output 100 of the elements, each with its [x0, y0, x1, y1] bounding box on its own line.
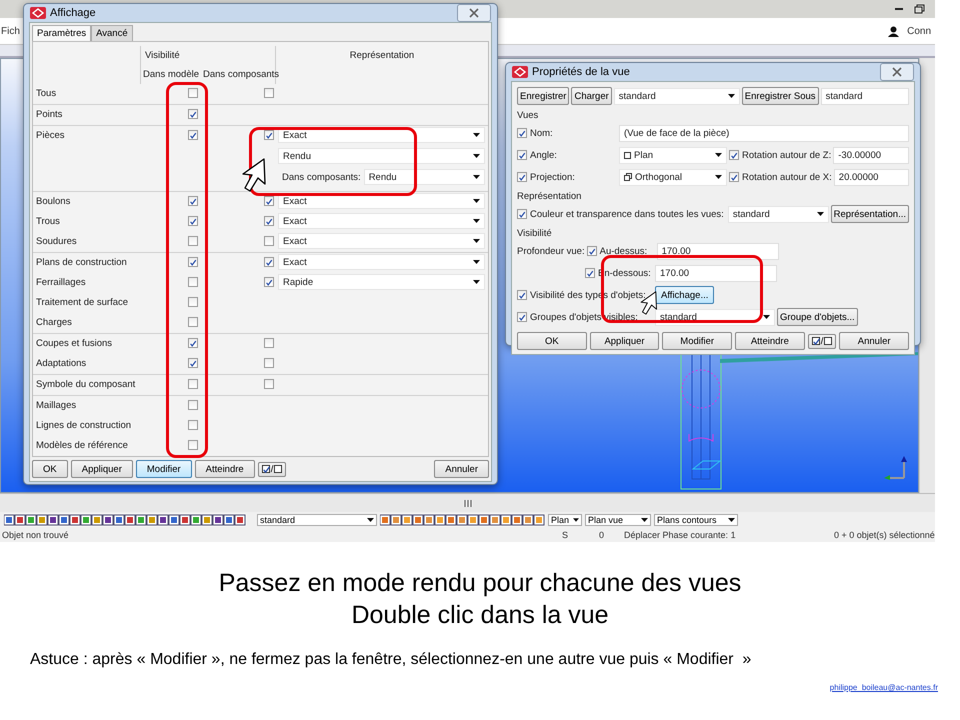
scroll-grip-icon[interactable] — [464, 500, 472, 506]
row-label: Trous — [35, 214, 61, 228]
load-button[interactable]: Charger — [571, 87, 612, 105]
user-label[interactable]: Conn — [907, 26, 931, 36]
dropdown[interactable]: standard — [257, 514, 377, 526]
checkbox[interactable] — [264, 236, 274, 246]
checkbox[interactable] — [188, 297, 198, 307]
scrollbar[interactable] — [919, 58, 935, 493]
checkbox[interactable] — [188, 317, 198, 327]
checkbox[interactable] — [585, 268, 595, 278]
checkbox[interactable] — [188, 257, 198, 267]
checkbox[interactable] — [188, 216, 198, 226]
dropdown[interactable]: Exact — [278, 254, 485, 270]
dropdown[interactable]: Plan — [548, 514, 582, 526]
dialog-button[interactable]: Modifier — [136, 460, 192, 478]
checkbox[interactable] — [517, 209, 527, 219]
caret-icon — [473, 260, 480, 264]
dropdown[interactable]: Orthogonal — [619, 168, 727, 186]
checkbox[interactable] — [188, 379, 198, 389]
checkbox[interactable] — [188, 196, 198, 206]
square-icon — [624, 152, 631, 158]
checked-box-icon — [262, 465, 270, 473]
checkbox[interactable] — [264, 379, 274, 389]
dropdown[interactable]: Plan vue — [585, 514, 651, 526]
checkbox[interactable] — [188, 130, 198, 140]
column-header: Dans modèle — [140, 65, 201, 84]
checkbox[interactable] — [517, 172, 527, 182]
dropdown[interactable]: standard — [614, 88, 740, 104]
save-button[interactable]: Enregistrer — [517, 87, 570, 105]
checkbox[interactable] — [188, 277, 198, 287]
toggle-button[interactable]: / — [808, 334, 836, 348]
dropdown[interactable]: Rendu — [364, 169, 485, 185]
input-field[interactable]: standard — [820, 88, 909, 104]
input-field[interactable]: -30.00000 — [833, 146, 909, 164]
dropdown[interactable]: Rapide — [278, 274, 485, 290]
dropdown[interactable]: Plans contours — [654, 514, 738, 526]
checkbox[interactable] — [729, 172, 739, 182]
row-label: Ferraillages — [35, 276, 87, 290]
caret-icon — [573, 518, 579, 522]
restore-icon[interactable] — [914, 4, 925, 14]
caret-icon — [473, 154, 480, 158]
close-button[interactable] — [880, 63, 914, 81]
checkbox[interactable] — [264, 196, 274, 206]
field-label: Au-dessus: — [600, 246, 648, 256]
checkbox[interactable] — [188, 400, 198, 410]
toggle-button[interactable]: / — [258, 462, 286, 476]
checkbox[interactable] — [586, 246, 597, 256]
menu-item[interactable]: Fich — [1, 26, 20, 36]
app-logo-icon — [30, 7, 46, 19]
dialog-button[interactable]: OK — [517, 332, 587, 350]
checkbox[interactable] — [264, 88, 274, 98]
checkbox[interactable] — [188, 88, 198, 98]
checkbox[interactable] — [188, 338, 198, 348]
toolbar-icons-drawing[interactable] — [380, 514, 545, 526]
tip-text: Astuce : après « Modifier », ne fermez pas la fenêtre, sélectionnez-en une autre vue puis « Modifier » — [30, 651, 752, 669]
dropdown[interactable]: Exact — [278, 213, 485, 229]
input-field[interactable]: 170.00 — [655, 264, 777, 282]
dialog-button[interactable]: Appliquer — [70, 460, 133, 478]
dialog-button[interactable]: Annuler — [839, 332, 909, 350]
dropdown[interactable]: Exact — [278, 233, 485, 249]
axis-icon — [884, 456, 910, 480]
checkbox[interactable] — [517, 312, 527, 322]
input-field[interactable]: 20.00000 — [834, 168, 909, 186]
tab[interactable]: Paramètres — [32, 25, 92, 41]
checkbox[interactable] — [188, 440, 198, 450]
column-header: Représentation — [348, 49, 416, 63]
checkbox[interactable] — [264, 358, 274, 368]
representation-button[interactable]: Représentation... — [830, 205, 909, 223]
checkbox[interactable] — [264, 277, 274, 287]
input-field[interactable]: (Vue de face de la pièce) — [619, 124, 909, 142]
checkbox[interactable] — [188, 109, 198, 119]
close-button[interactable] — [457, 4, 491, 22]
dialog-button[interactable]: Atteindre — [194, 460, 255, 478]
object-group-button[interactable]: Groupe d'objets... — [777, 308, 858, 326]
checkbox[interactable] — [264, 130, 274, 140]
row-label: Lignes de construction — [35, 418, 132, 432]
checkbox[interactable] — [188, 236, 198, 246]
dialog-button[interactable]: Modifier — [662, 332, 732, 350]
email-link[interactable]: philippe_boileau@ac-nantes.fr — [830, 683, 938, 692]
dialog-button[interactable]: Atteindre — [735, 332, 805, 350]
dropdown[interactable]: standard — [728, 206, 829, 222]
checkbox[interactable] — [264, 257, 274, 267]
checkbox[interactable] — [264, 338, 274, 348]
checkbox[interactable] — [264, 216, 274, 226]
checkbox[interactable] — [188, 420, 198, 430]
checkbox[interactable] — [517, 150, 527, 160]
dialog-button[interactable]: OK — [32, 460, 68, 478]
checkbox[interactable] — [188, 358, 198, 368]
display-button[interactable]: Affichage... — [655, 286, 714, 304]
checkbox[interactable] — [517, 128, 527, 138]
user-icon — [888, 26, 900, 36]
checkbox[interactable] — [729, 150, 739, 160]
tab[interactable]: Avancé — [91, 25, 133, 41]
field-label: Rotation autour de Z: — [742, 150, 832, 160]
dialog-button[interactable]: Appliquer — [590, 332, 660, 350]
save-as-button[interactable]: Enregistrer Sous — [742, 87, 819, 105]
checkbox[interactable] — [517, 290, 527, 300]
dialog-button[interactable]: Annuler — [434, 460, 489, 478]
dropdown[interactable]: Plan — [619, 146, 727, 164]
dropdown[interactable]: Rendu — [278, 148, 485, 164]
